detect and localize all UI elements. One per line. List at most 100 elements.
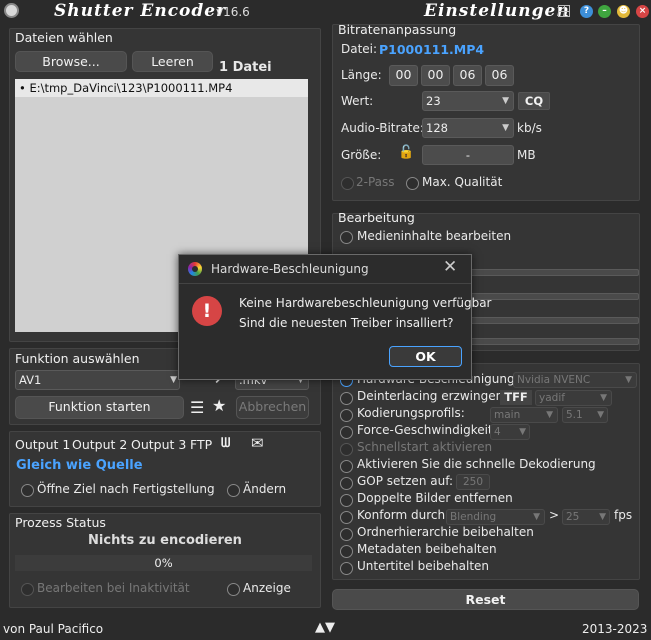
footer-author: von Paul Pacifico [3, 622, 104, 636]
length-hours[interactable]: 00 [389, 65, 418, 86]
display-label: Anzeige [243, 581, 291, 595]
start-function-button[interactable]: Funktion starten [15, 396, 184, 419]
deint-checkbox[interactable] [340, 392, 353, 405]
fps-label: fps [614, 508, 633, 522]
gop-field[interactable]: 250 [456, 474, 490, 490]
keep-subs-checkbox[interactable] [340, 562, 353, 575]
deint-field-button[interactable]: TFF [500, 390, 532, 405]
value-select[interactable]: 23 ▼ [422, 91, 514, 111]
chevron-down-icon: ▼ [170, 375, 177, 385]
dialog-logo-center [192, 266, 198, 272]
chevron-down-icon: ▼ [600, 393, 607, 403]
size-field[interactable]: - [422, 145, 514, 165]
edit-media-checkbox[interactable] [340, 231, 353, 244]
length-minutes[interactable]: 00 [421, 65, 450, 86]
tab-output-3[interactable]: Output 3 [131, 437, 186, 452]
edit-slider-3[interactable] [462, 317, 639, 324]
menu-icon[interactable]: ☰ [190, 398, 204, 417]
length-seconds[interactable]: 06 [453, 65, 482, 86]
edit-slider-1[interactable] [462, 269, 639, 276]
keep-meta-label: Metadaten beibehalten [357, 542, 497, 556]
browse-button[interactable]: Browse... [15, 51, 127, 72]
conform-checkbox[interactable] [340, 511, 353, 524]
tab-output-1[interactable]: Output 1 [15, 437, 70, 452]
error-icon: ! [192, 296, 222, 326]
speed-checkbox[interactable] [340, 426, 353, 439]
conform-fps-select[interactable]: 25 ▼ [562, 509, 610, 525]
chevron-down-icon: ▼ [519, 427, 526, 437]
chevron-down-icon: ▼ [597, 410, 604, 420]
same-as-source-label[interactable]: Gleich wie Quelle [16, 458, 143, 473]
bitrate-panel-title: Bitratenanpassung [338, 22, 457, 37]
collapse-toggle-icon[interactable]: ▲▼ [315, 620, 335, 635]
chevron-down-icon: ▼ [599, 512, 606, 522]
value-label: Wert: [341, 94, 374, 108]
file-path: E:\tmp_DaVinci\123\P1000111.MP4 [29, 81, 233, 95]
keep-folders-checkbox[interactable] [340, 528, 353, 541]
dup-checkbox[interactable] [340, 494, 353, 507]
ok-button[interactable]: OK [389, 346, 462, 367]
tab-ftp[interactable]: FTP [190, 437, 212, 452]
deint-mode-select[interactable]: yadif ▼ [535, 390, 612, 406]
chevron-down-icon: ▼ [502, 123, 509, 133]
change-checkbox[interactable] [227, 484, 240, 497]
size-unit: MB [517, 148, 536, 162]
profile-level-select[interactable]: 5.1 ▼ [562, 407, 608, 423]
display-checkbox[interactable] [227, 583, 240, 596]
donate-icon[interactable]: ☻ [617, 5, 630, 18]
dialog-close-icon[interactable]: ✕ [443, 257, 457, 277]
length-frames[interactable]: 06 [485, 65, 514, 86]
open-dest-checkbox[interactable] [21, 484, 34, 497]
clear-button[interactable]: Leeren [132, 51, 213, 72]
keep-folders-label: Ordnerhierarchie beibehalten [357, 525, 534, 539]
keep-meta-checkbox[interactable] [340, 545, 353, 558]
profile-checkbox[interactable] [340, 409, 353, 422]
footer-years: 2013-2023 [582, 622, 648, 636]
audio-bitrate-unit: kb/s [517, 121, 542, 135]
lock-icon[interactable]: 🔓 [398, 145, 414, 160]
audio-bitrate-select[interactable]: 128 ▼ [422, 118, 514, 138]
fast-start-label: Schnellstart aktivieren [357, 440, 493, 454]
reset-button[interactable]: Reset [332, 589, 639, 610]
two-pass-checkbox[interactable] [341, 177, 354, 190]
link-icon[interactable]: ᗯ [221, 436, 230, 451]
edit-idle-checkbox[interactable] [21, 583, 34, 596]
edit-panel-title: Bearbeitung [338, 210, 415, 225]
chevron-down-icon: ▼ [502, 96, 509, 106]
gop-checkbox[interactable] [340, 477, 353, 490]
bullet-icon: • [19, 81, 26, 95]
max-quality-label: Max. Qualität [422, 175, 503, 189]
conform-select[interactable]: Blending ▼ [446, 509, 545, 525]
list-item[interactable]: • E:\tmp_DaVinci\123\P1000111.MP4 [15, 79, 308, 97]
settings-link[interactable]: Einstellungen [424, 1, 570, 21]
chevron-down-icon: ▼ [625, 375, 632, 385]
star-icon[interactable]: ★ [212, 396, 226, 415]
tab-output-2[interactable]: Output 2 [72, 437, 127, 452]
size-label: Größe: [341, 148, 382, 162]
file-count: 1 Datei [219, 60, 272, 75]
function-select[interactable]: AV1 ▼ [15, 370, 180, 390]
title-bar: Shutter Encoder v16.6 Einstellungen ? – … [0, 0, 651, 24]
grid-icon[interactable] [558, 5, 570, 17]
help-icon[interactable]: ? [580, 5, 593, 18]
edit-idle-label: Bearbeiten bei Inaktivität [37, 581, 190, 595]
mail-icon[interactable]: ✉ [251, 434, 264, 452]
minimize-icon[interactable]: – [598, 5, 611, 18]
fast-start-checkbox[interactable] [340, 443, 353, 456]
conform-arrow: > [549, 508, 560, 522]
close-icon[interactable]: × [636, 5, 649, 18]
cancel-button[interactable]: Abbrechen [236, 396, 309, 419]
edit-slider-4[interactable] [462, 338, 639, 345]
hw-accel-select[interactable]: Nvidia NVENC ▼ [513, 372, 637, 388]
dup-label: Doppelte Bilder entfernen [357, 491, 513, 505]
speed-select[interactable]: 4 ▼ [490, 424, 530, 440]
two-pass-label: 2-Pass [356, 175, 395, 189]
profile-label: Kodierungsprofils: [357, 406, 465, 420]
open-dest-label: Öffne Ziel nach Fertigstellung [37, 482, 215, 496]
max-quality-checkbox[interactable] [406, 177, 419, 190]
profile-select[interactable]: main ▼ [490, 407, 558, 423]
fast-decode-checkbox[interactable] [340, 460, 353, 473]
app-logo-icon [4, 3, 19, 18]
cq-button[interactable]: CQ [518, 92, 550, 110]
hw-accel-dialog: Hardware-Beschleunigung ✕ ! Keine Hardwa… [178, 254, 491, 380]
